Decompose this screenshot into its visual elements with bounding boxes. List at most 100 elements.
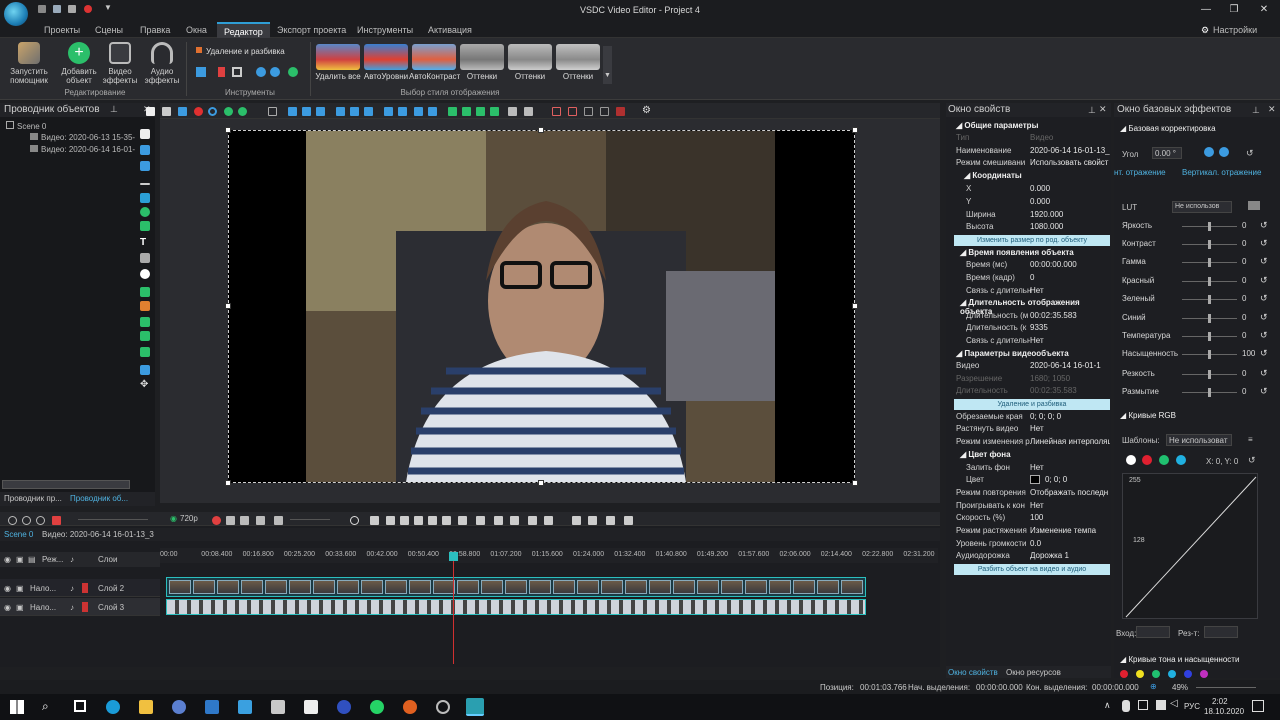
track-name[interactable]: Слой 2 [98,584,124,593]
prop-repeat-value[interactable]: Отображать последн [1030,488,1110,497]
task-view-icon[interactable] [74,700,86,712]
zoom-fit-icon[interactable] [36,516,45,525]
freehand-icon[interactable] [140,221,150,231]
go-start-icon[interactable] [226,516,235,525]
reset-icon[interactable]: ↺ [1260,330,1268,341]
prop-resize-mode-value[interactable]: Линейная интерполяц [1030,437,1110,446]
edge-icon[interactable] [106,700,120,714]
prop-video-value[interactable]: 2020-06-14 16-01-1 [1030,361,1110,370]
vpn-icon[interactable] [172,700,186,714]
styles-more-icon[interactable]: ▼ [603,46,612,84]
audio-icon[interactable]: ♪ [70,555,74,564]
animation-icon[interactable] [140,301,150,311]
menu-projects[interactable]: Проекты [44,25,80,35]
prop-y-value[interactable]: 0.000 [1030,197,1110,206]
pin-icon[interactable]: ⊥ [1252,105,1260,116]
audio-effects-button[interactable]: Аудио эффекты [142,42,182,85]
section-basic[interactable]: ◢ Базовая корректировка [1120,124,1216,133]
undo-icon[interactable] [224,107,233,116]
clock-icon[interactable] [350,516,359,525]
section-hue-curves[interactable]: ◢ Кривые тона и насыщенности [1120,655,1239,664]
audio-clip[interactable] [166,599,866,615]
adjustment-row[interactable]: Размытие 0 ↺ [1122,386,1272,399]
vsdc-app-icon[interactable] [466,698,484,716]
split-icon[interactable] [476,516,485,525]
audio-icon[interactable]: ♪ [70,603,74,612]
snap-icon[interactable] [568,107,577,116]
prop-time-ms-value[interactable]: 00:00:00.000 [1030,260,1110,269]
menu-scenes[interactable]: Сцены [95,25,123,35]
reset-icon[interactable]: ↺ [1260,238,1268,249]
resize-handle[interactable] [852,480,858,486]
crop-icon[interactable] [552,107,561,116]
slider-knob[interactable] [1208,314,1211,323]
flip-icon[interactable] [270,67,280,77]
lock-icon[interactable]: ▣ [16,603,24,612]
style-thumb-remove-all[interactable] [316,44,360,70]
track-blend-mode[interactable]: Нало... [30,603,56,612]
close-panel-icon[interactable]: ✕ [1268,104,1276,115]
distribute-v-icon[interactable] [398,107,407,116]
video-effects-button[interactable]: Видео эффекты [100,42,140,85]
horizontal-scrollbar[interactable] [2,480,130,489]
style-thumb-tint-3[interactable] [556,44,600,70]
adjustment-row[interactable]: Насыщенность 100 ↺ [1122,348,1272,361]
adjustment-row[interactable]: Красный 0 ↺ [1122,275,1272,288]
ungroup-icon[interactable] [524,107,533,116]
launch-wizard-button[interactable]: Запустить помощник [6,42,52,85]
zoom-in-icon[interactable] [8,516,17,525]
search-icon[interactable]: ⌕ [42,699,49,714]
adjustment-slider[interactable] [1182,222,1237,231]
settings-gear-icon[interactable]: ⚙ [642,105,651,116]
prop-color-value[interactable]: 0; 0; 0 [1045,475,1125,484]
quality-selector-icon[interactable]: ◉ [170,514,177,523]
prop-link-value[interactable]: Нет [1030,286,1110,295]
prop-x-value[interactable]: 0.000 [1030,184,1110,193]
prop-blend-value[interactable]: Использовать свойст [1030,158,1110,167]
adjustment-slider[interactable] [1182,258,1237,267]
adjustment-row[interactable]: Контраст 0 ↺ [1122,238,1272,251]
adjustment-slider[interactable] [1182,277,1237,286]
align-right-icon[interactable] [316,107,325,116]
menu-activation[interactable]: Активация [428,25,472,35]
zoom-slider[interactable] [1196,687,1256,688]
slider-knob[interactable] [1208,240,1211,249]
adjustment-slider[interactable] [1182,295,1237,304]
player-icon[interactable] [337,700,351,714]
output-value-field[interactable] [1204,626,1238,638]
adjustment-slider[interactable] [1182,332,1237,341]
chart-icon[interactable] [140,287,150,297]
hue-yellow-icon[interactable] [1136,670,1144,678]
menu-export[interactable]: Экспорт проекта [277,25,346,35]
color-swatch[interactable] [1030,475,1040,484]
loop-icon[interactable] [240,516,249,525]
reset-icon[interactable]: ↺ [1260,275,1268,286]
reset-icon[interactable]: ↺ [1260,312,1268,323]
templates-select[interactable]: Не использоват [1166,434,1232,446]
align-top-icon[interactable] [336,107,345,116]
hue-red-icon[interactable] [1120,670,1128,678]
eye-icon[interactable]: ◉ [4,603,11,612]
calculator-icon[interactable] [271,700,285,714]
close-icon[interactable]: ✕ [1254,4,1274,15]
grid-icon[interactable] [268,107,277,116]
layer-icon[interactable] [140,161,150,171]
reset-icon[interactable]: ↺ [1260,293,1268,304]
expand-icon[interactable] [572,516,581,525]
slider-knob[interactable] [1208,388,1211,397]
green-channel-icon[interactable] [1159,455,1169,465]
prop-stretch-value[interactable]: Нет [1030,424,1110,433]
tree-item[interactable]: Видео: 2020-06-13 15-35- [30,133,135,142]
notepad-icon[interactable] [304,700,318,714]
timeline-zoom-slider[interactable] [78,519,148,520]
prop-audio-value[interactable]: Дорожка 1 [1030,551,1110,560]
adjustment-row[interactable]: Температура 0 ↺ [1122,330,1272,343]
align-left-icon[interactable] [288,107,297,116]
gear-icon[interactable]: ⚙ [1201,25,1209,36]
rotate-icon[interactable] [256,67,266,77]
angle-input[interactable]: 0.00 ° [1152,147,1182,159]
track-blend-mode[interactable]: Нало... [30,584,56,593]
cut-split-button[interactable]: Удаление и разбивка [954,399,1110,410]
hue-blue-icon[interactable] [1184,670,1192,678]
notification-icon[interactable] [1252,700,1264,712]
